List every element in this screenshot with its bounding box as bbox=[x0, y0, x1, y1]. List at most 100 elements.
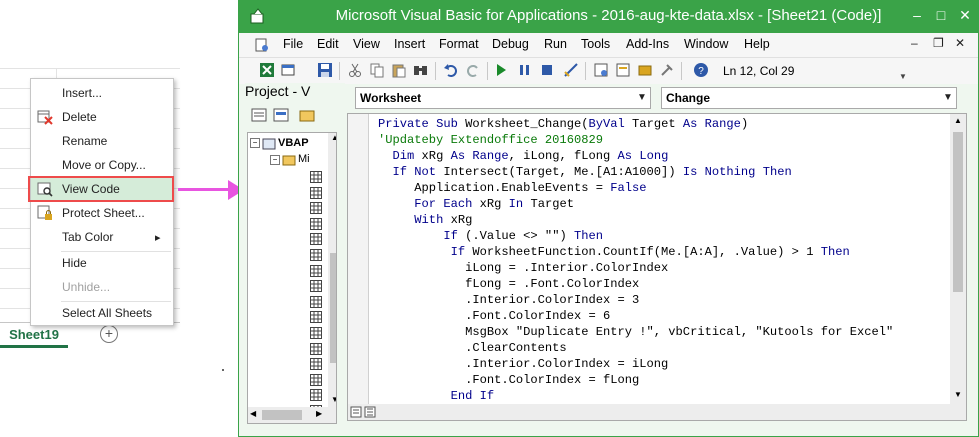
excel-view-icon[interactable] bbox=[259, 62, 275, 78]
mdi-minimize-button[interactable]: – bbox=[911, 36, 918, 50]
add-sheet-icon[interactable]: + bbox=[100, 325, 118, 343]
minimize-button[interactable]: – bbox=[905, 5, 929, 25]
menu-debug[interactable]: Debug bbox=[492, 37, 529, 51]
run-icon[interactable] bbox=[493, 62, 509, 78]
menu-item-protect-sheet[interactable]: Protect Sheet... bbox=[31, 202, 173, 224]
code-editor[interactable]: Private Sub Worksheet_Change(ByVal Targe… bbox=[378, 116, 893, 404]
sheet-node-icon[interactable] bbox=[310, 233, 322, 246]
menu-item-insert[interactable]: Insert... bbox=[31, 82, 173, 104]
scroll-down-icon[interactable]: ▼ bbox=[954, 390, 962, 399]
menu-file[interactable]: File bbox=[283, 37, 303, 51]
project-explorer-icon[interactable] bbox=[593, 62, 609, 78]
menu-insert[interactable]: Insert bbox=[394, 37, 425, 51]
properties-window-icon[interactable] bbox=[615, 62, 631, 78]
sheet-node-icon[interactable] bbox=[310, 358, 322, 371]
menu-item-move-copy[interactable]: Move or Copy... bbox=[31, 154, 173, 176]
insert-userform-icon[interactable] bbox=[281, 62, 297, 78]
tree-folder-label: Mi bbox=[298, 153, 310, 165]
full-module-view-icon[interactable] bbox=[364, 406, 376, 418]
undo-icon[interactable] bbox=[443, 62, 459, 78]
toolbar-overflow-icon[interactable]: ▼ bbox=[899, 72, 907, 81]
project-toolbar bbox=[245, 105, 345, 129]
sheet-node-icon[interactable] bbox=[310, 264, 322, 277]
copy-icon[interactable] bbox=[369, 62, 385, 78]
help-icon[interactable]: ? bbox=[693, 62, 709, 78]
sheet-node-icon[interactable] bbox=[310, 202, 322, 215]
scroll-up-icon[interactable]: ▲ bbox=[954, 116, 962, 125]
code-vertical-scrollbar[interactable]: ▲ ▼ bbox=[950, 114, 966, 404]
scroll-up-icon[interactable]: ▲ bbox=[331, 133, 336, 142]
scroll-right-icon[interactable]: ▶ bbox=[316, 409, 322, 418]
menu-edit[interactable]: Edit bbox=[317, 37, 339, 51]
toggle-folders-icon[interactable] bbox=[299, 107, 315, 123]
sheet-node-icon[interactable] bbox=[310, 186, 322, 199]
menu-item-rename[interactable]: Rename bbox=[31, 130, 173, 152]
scroll-left-icon[interactable]: ◀ bbox=[250, 409, 256, 418]
scroll-thumb[interactable] bbox=[330, 253, 336, 363]
sheet-tab[interactable]: Sheet19 bbox=[0, 323, 68, 348]
object-dropdown[interactable]: Worksheet ▼ bbox=[355, 87, 651, 109]
menu-run[interactable]: Run bbox=[544, 37, 567, 51]
break-icon[interactable] bbox=[517, 62, 533, 78]
sheet-node-icon[interactable] bbox=[310, 389, 322, 402]
menu-window[interactable]: Window bbox=[684, 37, 728, 51]
toolbar-separator bbox=[585, 62, 586, 80]
view-object-icon[interactable] bbox=[273, 107, 289, 123]
menu-add-ins[interactable]: Add-Ins bbox=[626, 37, 669, 51]
stray-dot bbox=[222, 369, 224, 371]
menu-help[interactable]: Help bbox=[744, 37, 770, 51]
cut-icon[interactable] bbox=[347, 62, 363, 78]
sheet-node-icon[interactable] bbox=[310, 171, 322, 183]
menu-tools[interactable]: Tools bbox=[581, 37, 610, 51]
object-browser-icon[interactable] bbox=[637, 62, 653, 78]
reset-icon[interactable] bbox=[539, 62, 555, 78]
sheet-node-icon[interactable] bbox=[310, 280, 322, 293]
code-horizontal-scrollbar[interactable] bbox=[348, 404, 966, 420]
menu-item-delete[interactable]: Delete bbox=[31, 106, 173, 128]
find-icon[interactable] bbox=[413, 62, 429, 78]
view-code-icon[interactable] bbox=[251, 107, 267, 123]
procedure-dropdown-value: Change bbox=[666, 91, 711, 105]
sheet-node-icon[interactable] bbox=[310, 249, 322, 261]
vba-editor-window: Microsoft Visual Basic for Applications … bbox=[238, 0, 979, 437]
collapse-icon[interactable]: − bbox=[250, 138, 260, 148]
redo-icon[interactable] bbox=[465, 62, 481, 78]
mdi-close-button[interactable]: ✕ bbox=[955, 36, 965, 50]
project-tree[interactable]: − VBAP − Mi ▲ ▼ ◀ ▶ bbox=[247, 132, 337, 424]
title-bar[interactable]: Microsoft Visual Basic for Applications … bbox=[239, 1, 978, 33]
sheet-node-icon[interactable] bbox=[310, 295, 322, 308]
menu-item-label: Tab Color bbox=[62, 230, 114, 244]
sheet-node-icon[interactable] bbox=[310, 373, 322, 386]
scroll-thumb[interactable] bbox=[953, 132, 963, 292]
procedure-dropdown[interactable]: Change ▼ bbox=[661, 87, 957, 109]
sheet-node-icon[interactable] bbox=[310, 217, 322, 230]
collapse-icon[interactable]: − bbox=[270, 155, 280, 165]
project-horizontal-scrollbar[interactable]: ◀ ▶ bbox=[248, 407, 336, 423]
sheet-node-icon[interactable] bbox=[310, 327, 322, 339]
menu-item-label: Rename bbox=[62, 134, 108, 148]
toolbox-icon[interactable] bbox=[659, 62, 675, 78]
dropdown-arrow-icon[interactable]: ▼ bbox=[634, 88, 650, 108]
design-mode-icon[interactable] bbox=[563, 62, 579, 78]
save-icon[interactable] bbox=[317, 62, 333, 78]
procedure-view-icon[interactable] bbox=[350, 406, 362, 418]
close-button[interactable]: ✕ bbox=[953, 5, 977, 25]
menu-item-tab-color[interactable]: Tab Color ▸ bbox=[31, 226, 173, 248]
dropdown-arrow-icon[interactable]: ▼ bbox=[940, 88, 956, 108]
scroll-down-icon[interactable]: ▼ bbox=[331, 395, 336, 404]
mdi-restore-button[interactable]: ❐ bbox=[933, 36, 944, 50]
code-margin[interactable] bbox=[348, 114, 369, 404]
menu-item-select-all-sheets[interactable]: Select All Sheets bbox=[31, 302, 173, 324]
menu-item-hide[interactable]: Hide bbox=[31, 252, 173, 274]
code-window[interactable]: Private Sub Worksheet_Change(ByVal Targe… bbox=[347, 113, 967, 421]
scroll-thumb[interactable] bbox=[262, 410, 302, 420]
sheet-node-icon[interactable] bbox=[310, 311, 322, 324]
menu-item-label: Hide bbox=[62, 256, 87, 270]
paste-icon[interactable] bbox=[391, 62, 407, 78]
sheet-node-icon[interactable] bbox=[310, 342, 322, 355]
maximize-button[interactable]: □ bbox=[929, 5, 953, 25]
module-doc-icon[interactable] bbox=[253, 36, 271, 54]
project-vertical-scrollbar[interactable]: ▲ ▼ bbox=[328, 133, 336, 407]
menu-format[interactable]: Format bbox=[439, 37, 479, 51]
menu-view[interactable]: View bbox=[353, 37, 380, 51]
